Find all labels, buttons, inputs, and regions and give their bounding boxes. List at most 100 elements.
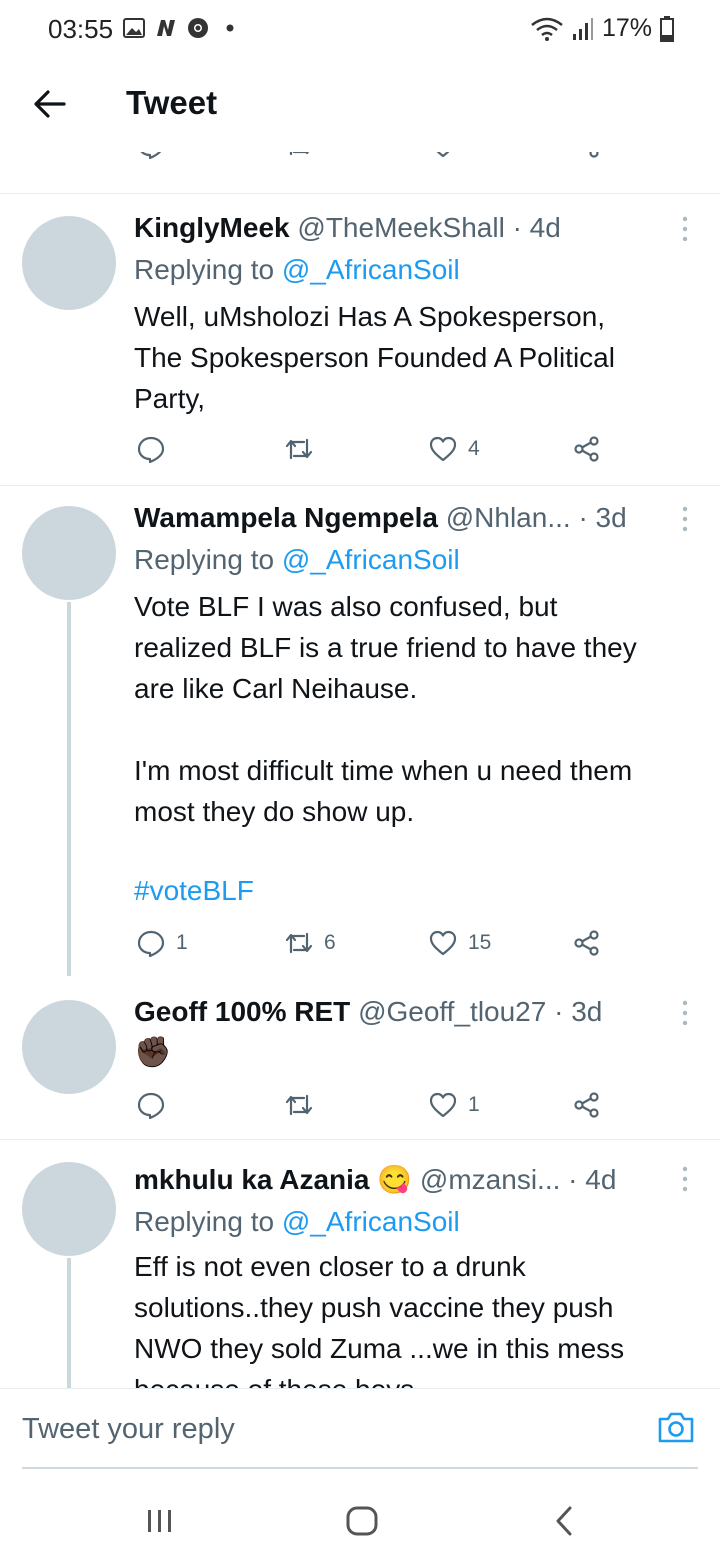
reply-composer: Tweet your reply [0, 1388, 720, 1470]
tweet-text: Vote BLF I was also confused, but realiz… [134, 591, 637, 827]
like-count: 6 [468, 152, 480, 157]
status-time: 03:55 [48, 14, 114, 44]
avatar[interactable] [22, 1162, 116, 1256]
hashtag-link[interactable]: #voteBLF [134, 870, 704, 911]
author-handle[interactable]: @Geoff_tlou27 [358, 996, 546, 1027]
heart-icon [436, 152, 450, 158]
heart-icon [429, 1092, 457, 1118]
tweet-item[interactable]: mkhulu ka Azania 😋 @mzansi... · 4d Reply… [0, 1140, 720, 1388]
author-name[interactable]: Wamampela Ngempela [134, 502, 438, 533]
thread-line [67, 602, 71, 982]
reply-icon [137, 436, 165, 464]
tweet-header: KinglyMeek @TheMeekShall · 4d [134, 210, 561, 246]
replying-to: Replying to @_AfricanSoil [134, 252, 460, 288]
retweet-count: 6 [324, 931, 336, 954]
tweet-time: · 3d [578, 502, 627, 533]
replying-to-label: Replying to [134, 254, 282, 285]
action-bar: 4 [0, 434, 720, 474]
top-app-bar: Tweet [0, 60, 720, 152]
heart-icon [429, 930, 457, 956]
replying-to-mention[interactable]: @_AfricanSoil [282, 1206, 460, 1237]
retweet-icon [285, 932, 313, 954]
retweet-button[interactable] [284, 434, 324, 464]
battery-percent: 17% [601, 14, 652, 42]
battery-icon [660, 15, 674, 42]
like-button[interactable]: 4 [428, 434, 480, 464]
reply-count: 1 [176, 931, 188, 954]
reply-icon [140, 152, 162, 160]
system-nav-bar [0, 1470, 720, 1560]
tweet-item[interactable]: Wamampela Ngempela @Nhlan... · 3d Replyi… [0, 486, 720, 982]
like-count: 1 [468, 1093, 480, 1116]
like-count: 4 [468, 437, 480, 460]
action-bar: 6 [0, 152, 720, 170]
reply-input[interactable]: Tweet your reply [22, 1413, 235, 1446]
author-name[interactable]: mkhulu ka Azania [134, 1164, 369, 1195]
previous-tweet-actions: 6 [0, 152, 720, 194]
dot-icon [226, 24, 234, 32]
avatar[interactable] [22, 216, 116, 310]
tweet-header: Geoff 100% RET @Geoff_tlou27 · 3d [134, 994, 602, 1030]
share-button[interactable] [572, 928, 602, 958]
share-icon [589, 152, 599, 158]
like-count: 15 [468, 931, 492, 954]
page-title: Tweet [126, 84, 218, 121]
chrome-icon [188, 18, 208, 38]
more-options-icon[interactable] [680, 214, 690, 244]
replying-to: Replying to @_AfricanSoil [134, 1204, 460, 1240]
replying-to-label: Replying to [134, 1206, 282, 1237]
retweet-button[interactable] [284, 152, 314, 160]
reply-divider [22, 1467, 698, 1469]
tweet-header: Wamampela Ngempela @Nhlan... · 3d [134, 500, 627, 536]
tweet-time: · 4d [568, 1164, 617, 1195]
camera-icon[interactable] [656, 1407, 696, 1447]
share-button[interactable] [572, 434, 602, 464]
author-handle[interactable]: @mzansi... [420, 1164, 560, 1195]
heart-icon [429, 436, 457, 462]
author-name[interactable]: KinglyMeek [134, 212, 290, 243]
retweet-icon [285, 438, 313, 460]
share-icon [574, 930, 599, 956]
signal-icon [572, 17, 593, 40]
share-icon [574, 436, 599, 462]
avatar[interactable] [22, 1000, 116, 1094]
more-options-icon[interactable] [680, 1164, 690, 1194]
tweet-time: · 3d [554, 996, 603, 1027]
notification-icons [122, 16, 242, 40]
tweet-header: mkhulu ka Azania 😋 @mzansi... · 4d [134, 1162, 616, 1198]
share-button[interactable] [572, 152, 602, 160]
tweet-item[interactable]: KinglyMeek @TheMeekShall · 4d Replying t… [0, 194, 720, 486]
author-handle[interactable]: @Nhlan... [446, 502, 571, 533]
share-icon [574, 1092, 599, 1118]
tweet-text: Eff is not even closer to a drunk soluti… [134, 1251, 625, 1388]
like-button[interactable]: 15 [428, 928, 491, 958]
reply-icon [137, 930, 165, 958]
reply-button[interactable] [136, 434, 176, 464]
replying-to-label: Replying to [134, 544, 282, 575]
back-arrow-icon[interactable] [30, 84, 70, 124]
replying-to-mention[interactable]: @_AfricanSoil [282, 544, 460, 575]
replying-to-mention[interactable]: @_AfricanSoil [282, 254, 460, 285]
reply-button[interactable] [136, 152, 166, 160]
retweet-button[interactable]: 6 [284, 928, 336, 958]
reply-button[interactable]: 1 [136, 928, 188, 958]
author-name[interactable]: Geoff 100% RET [134, 996, 350, 1027]
reply-button[interactable] [136, 1090, 176, 1120]
avatar[interactable] [22, 506, 116, 600]
more-options-icon[interactable] [680, 998, 690, 1028]
back-nav-icon[interactable] [544, 1504, 584, 1538]
more-options-icon[interactable] [680, 504, 690, 534]
tweet-time: · 4d [512, 212, 561, 243]
recent-apps-icon[interactable] [140, 1504, 180, 1538]
like-button[interactable]: 1 [428, 1090, 480, 1120]
gallery-icon [123, 18, 145, 38]
author-handle[interactable]: @TheMeekShall [297, 212, 504, 243]
retweet-icon [289, 152, 310, 156]
action-bar: 1 6 15 [0, 928, 720, 968]
tweet-item[interactable]: Geoff 100% RET @Geoff_tlou27 · 3d ✊🏿 1 [0, 976, 720, 1140]
retweet-button[interactable] [284, 1090, 324, 1120]
like-button[interactable]: 6 [428, 152, 480, 160]
retweet-icon [285, 1094, 313, 1116]
share-button[interactable] [572, 1090, 602, 1120]
home-icon[interactable] [342, 1504, 382, 1538]
